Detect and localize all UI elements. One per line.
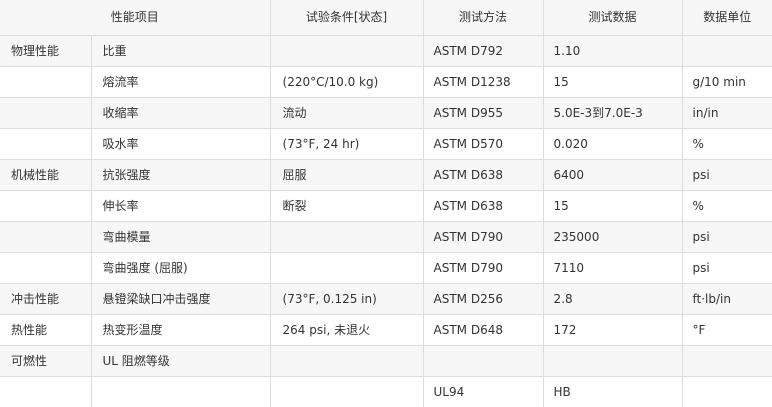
property-cell: 热变形温度 xyxy=(90,314,271,346)
condition-cell: (73°F, 24 hr) xyxy=(269,128,424,160)
category-cell xyxy=(0,128,92,160)
category-cell: 物理性能 xyxy=(0,35,92,67)
unit-cell: ft·lb/in xyxy=(681,283,772,315)
property-cell: 弯曲强度 (屈服) xyxy=(90,252,271,284)
unit-cell: g/10 min xyxy=(681,66,772,98)
value-cell: 5.0E-3到7.0E-3 xyxy=(542,97,683,129)
property-cell: 吸水率 xyxy=(90,128,271,160)
unit-cell: in/in xyxy=(681,97,772,129)
condition-cell xyxy=(269,252,424,284)
header-property-item: 性能项目 xyxy=(0,0,271,36)
condition-cell xyxy=(269,221,424,253)
table-row: 伸长率 断裂 ASTM D638 15 % xyxy=(0,190,772,222)
table-row: 机械性能 抗张强度 屈服 ASTM D638 6400 psi xyxy=(0,159,772,191)
value-cell: 15 xyxy=(542,66,683,98)
table-row: 热性能 热变形温度 264 psi, 未退火 ASTM D648 172 °F xyxy=(0,314,772,346)
value-cell: 6400 xyxy=(542,159,683,191)
property-cell: 抗张强度 xyxy=(90,159,271,191)
method-cell: ASTM D648 xyxy=(422,314,544,346)
value-cell: 1.10 xyxy=(542,35,683,67)
header-test-condition: 试验条件[状态] xyxy=(269,0,424,36)
unit-cell xyxy=(681,345,772,377)
value-cell: 0.020 xyxy=(542,128,683,160)
condition-cell xyxy=(269,35,424,67)
unit-cell: °F xyxy=(681,314,772,346)
header-test-data: 测试数据 xyxy=(542,0,683,36)
table-row: 收缩率 流动 ASTM D955 5.0E-3到7.0E-3 in/in xyxy=(0,97,772,129)
table-header-row: 性能项目 试验条件[状态] 测试方法 测试数据 数据单位 xyxy=(0,0,772,36)
table-row: 物理性能 比重 ASTM D792 1.10 xyxy=(0,35,772,67)
value-cell: 15 xyxy=(542,190,683,222)
value-cell: 7110 xyxy=(542,252,683,284)
table-row: 冲击性能 悬镫梁缺口冲击强度 (73°F, 0.125 in) ASTM D25… xyxy=(0,283,772,315)
category-cell: 机械性能 xyxy=(0,159,92,191)
unit-cell: psi xyxy=(681,252,772,284)
unit-cell: % xyxy=(681,128,772,160)
header-test-method: 测试方法 xyxy=(422,0,544,36)
header-data-unit: 数据单位 xyxy=(681,0,772,36)
condition-cell: 屈服 xyxy=(269,159,424,191)
table-row: 可燃性 UL 阻燃等级 xyxy=(0,345,772,377)
property-cell: UL 阻燃等级 xyxy=(90,345,271,377)
condition-cell: (73°F, 0.125 in) xyxy=(269,283,424,315)
method-cell: ASTM D955 xyxy=(422,97,544,129)
table-row: 弯曲强度 (屈服) ASTM D790 7110 psi xyxy=(0,252,772,284)
property-cell: 弯曲模量 xyxy=(90,221,271,253)
method-cell: ASTM D790 xyxy=(422,221,544,253)
property-cell xyxy=(90,376,271,407)
table-row: 吸水率 (73°F, 24 hr) ASTM D570 0.020 % xyxy=(0,128,772,160)
value-cell: HB xyxy=(542,376,683,407)
category-cell: 可燃性 xyxy=(0,345,92,377)
value-cell: 235000 xyxy=(542,221,683,253)
condition-cell: (220°C/10.0 kg) xyxy=(269,66,424,98)
unit-cell xyxy=(681,35,772,67)
property-cell: 悬镫梁缺口冲击强度 xyxy=(90,283,271,315)
table-row: 熔流率 (220°C/10.0 kg) ASTM D1238 15 g/10 m… xyxy=(0,66,772,98)
property-cell: 熔流率 xyxy=(90,66,271,98)
category-cell xyxy=(0,221,92,253)
condition-cell xyxy=(269,345,424,377)
method-cell: ASTM D638 xyxy=(422,190,544,222)
unit-cell: % xyxy=(681,190,772,222)
method-cell: ASTM D1238 xyxy=(422,66,544,98)
condition-cell: 264 psi, 未退火 xyxy=(269,314,424,346)
property-cell: 伸长率 xyxy=(90,190,271,222)
property-cell: 收缩率 xyxy=(90,97,271,129)
table-row: UL94 HB xyxy=(0,376,772,407)
category-cell xyxy=(0,190,92,222)
method-cell: ASTM D792 xyxy=(422,35,544,67)
category-cell xyxy=(0,376,92,407)
method-cell: ASTM D256 xyxy=(422,283,544,315)
unit-cell: psi xyxy=(681,159,772,191)
value-cell xyxy=(542,345,683,377)
properties-table: 性能项目 试验条件[状态] 测试方法 测试数据 数据单位 物理性能 比重 AST… xyxy=(0,0,772,407)
unit-cell: psi xyxy=(681,221,772,253)
method-cell xyxy=(422,345,544,377)
category-cell: 冲击性能 xyxy=(0,283,92,315)
category-cell xyxy=(0,97,92,129)
method-cell: ASTM D790 xyxy=(422,252,544,284)
condition-cell: 断裂 xyxy=(269,190,424,222)
value-cell: 2.8 xyxy=(542,283,683,315)
condition-cell: 流动 xyxy=(269,97,424,129)
category-cell xyxy=(0,252,92,284)
method-cell: ASTM D570 xyxy=(422,128,544,160)
value-cell: 172 xyxy=(542,314,683,346)
category-cell: 热性能 xyxy=(0,314,92,346)
unit-cell xyxy=(681,376,772,407)
table-row: 弯曲模量 ASTM D790 235000 psi xyxy=(0,221,772,253)
method-cell: UL94 xyxy=(422,376,544,407)
property-cell: 比重 xyxy=(90,35,271,67)
condition-cell xyxy=(269,376,424,407)
method-cell: ASTM D638 xyxy=(422,159,544,191)
category-cell xyxy=(0,66,92,98)
